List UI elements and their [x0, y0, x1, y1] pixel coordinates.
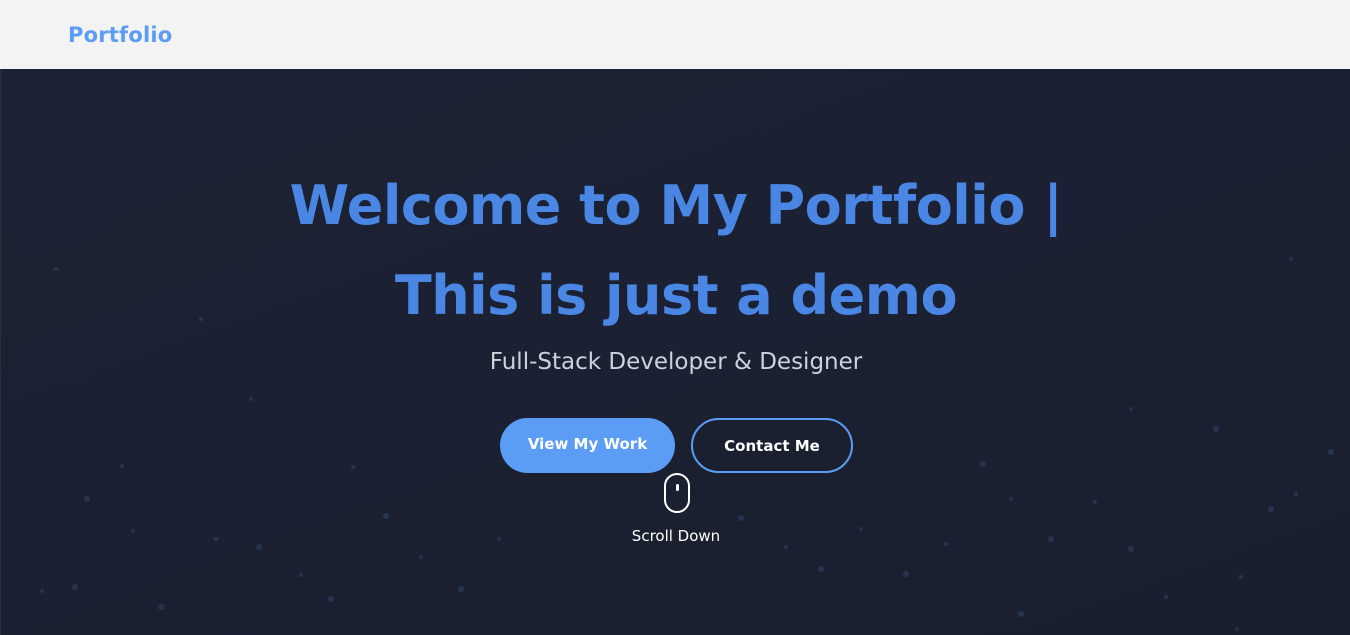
- mouse-wheel: [676, 484, 679, 491]
- navbar: Portfolio: [0, 0, 1350, 69]
- contact-me-button[interactable]: Contact Me: [691, 418, 853, 473]
- hero-content: Welcome to My Portfolio | This is just a…: [1, 69, 1350, 635]
- brand-logo[interactable]: Portfolio: [68, 23, 172, 47]
- scroll-down-indicator[interactable]: Scroll Down: [576, 473, 776, 553]
- view-my-work-button[interactable]: View My Work: [500, 418, 675, 473]
- headline-line-1: Welcome to My Portfolio |: [289, 174, 1063, 237]
- mouse-icon: [664, 473, 690, 513]
- hero-headline: Welcome to My Portfolio | This is just a…: [1, 161, 1350, 341]
- hero-subtitle: Full-Stack Developer & Designer: [489, 349, 863, 375]
- scroll-down-label: Scroll Down: [631, 527, 721, 545]
- headline-line-2: This is just a demo: [394, 264, 958, 327]
- hero-section: Welcome to My Portfolio | This is just a…: [0, 69, 1350, 635]
